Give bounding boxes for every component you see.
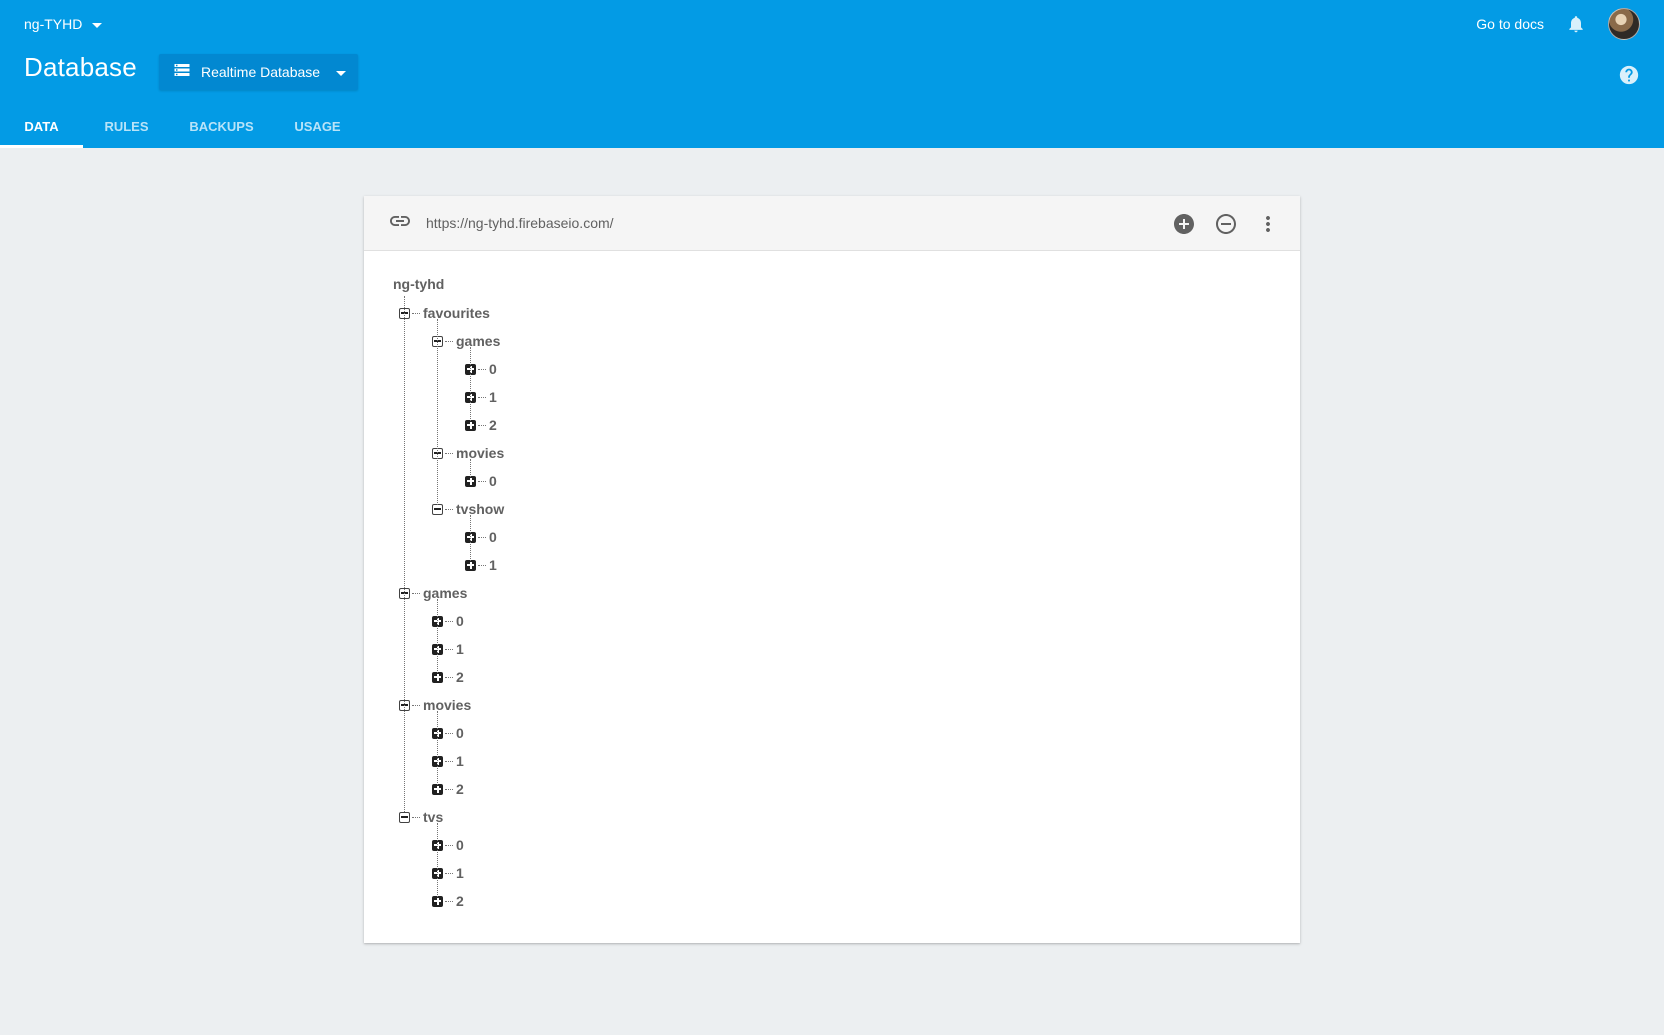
- tree-guide-line: [404, 296, 405, 812]
- tree-connector: [445, 340, 453, 342]
- tree-connector: [445, 760, 453, 762]
- tree-node-label[interactable]: 1: [456, 753, 464, 769]
- tree-guide-line: [437, 823, 438, 897]
- tree-node: movies: [399, 696, 471, 714]
- collapse-node-icon[interactable]: [432, 503, 443, 515]
- tree-guide-line: [470, 459, 471, 477]
- card-toolbar: https://ng-tyhd.firebaseio.com/: [364, 196, 1300, 251]
- tree-node-label[interactable]: favourites: [423, 305, 490, 321]
- tree-connector: [445, 508, 453, 510]
- tree-node-label[interactable]: 1: [456, 641, 464, 657]
- tree-guide-line: [437, 319, 438, 505]
- tree-node-label[interactable]: 1: [489, 557, 497, 573]
- tree-node-label[interactable]: 2: [489, 417, 497, 433]
- tree-node-label[interactable]: 2: [456, 893, 464, 909]
- tree-connector: [412, 592, 420, 594]
- tree-connector: [478, 396, 486, 398]
- database-selector-label: Realtime Database: [201, 64, 321, 80]
- tree-connector: [478, 368, 486, 370]
- tree-guide-line: [437, 599, 438, 673]
- tree-node-label[interactable]: 1: [489, 389, 497, 405]
- project-name: ng-TYHD: [24, 16, 83, 32]
- tree-connector: [445, 676, 453, 678]
- more-vert-icon[interactable]: [1256, 212, 1280, 236]
- page-title: Database: [24, 52, 137, 82]
- tree-node: tvshow: [432, 500, 504, 518]
- tab-data[interactable]: DATA: [0, 104, 83, 148]
- tree-connector: [445, 452, 453, 454]
- expand-node-icon[interactable]: [465, 475, 476, 487]
- database-url[interactable]: https://ng-tyhd.firebaseio.com/: [426, 215, 614, 231]
- tree-connector: [445, 900, 453, 902]
- expand-node-icon[interactable]: [465, 419, 476, 431]
- chevron-down-icon: [92, 22, 103, 28]
- tree-connector: [445, 788, 453, 790]
- data-tree: ng-tyhd favourites games 0 1 2 movies 0 tvshow 0…: [364, 252, 1300, 942]
- tree-node-label[interactable]: movies: [423, 697, 471, 713]
- tab-backups[interactable]: BACKUPS: [170, 104, 273, 148]
- tree-connector: [445, 844, 453, 846]
- database-card: https://ng-tyhd.firebaseio.com/ ng-tyhd …: [364, 196, 1300, 943]
- header-actions: Go to docs: [1476, 6, 1640, 42]
- tree-node-label[interactable]: 1: [456, 865, 464, 881]
- tree-guide-line: [470, 347, 471, 421]
- add-circle-icon[interactable]: [1172, 212, 1196, 236]
- bell-icon[interactable]: [1566, 13, 1586, 35]
- app-header: ng-TYHD Go to docs Database Realtime Dat…: [0, 0, 1664, 148]
- go-to-docs-link[interactable]: Go to docs: [1476, 16, 1544, 32]
- tab-rules[interactable]: RULES: [83, 104, 170, 148]
- help-circle-icon[interactable]: [1618, 64, 1640, 86]
- expand-node-icon[interactable]: [432, 895, 443, 907]
- tree-node-label[interactable]: 2: [456, 669, 464, 685]
- tree-node: games: [432, 332, 500, 350]
- tree-connector: [412, 704, 420, 706]
- tree-connector: [445, 732, 453, 734]
- storage-icon: [173, 61, 191, 84]
- tree-node-label[interactable]: 0: [456, 837, 464, 853]
- user-avatar[interactable]: [1608, 8, 1640, 40]
- project-switcher[interactable]: ng-TYHD: [24, 14, 103, 34]
- tree-node: movies: [432, 444, 504, 462]
- tree-node-label[interactable]: tvshow: [456, 501, 504, 517]
- tree-connector: [412, 816, 420, 818]
- tree-connector: [478, 480, 486, 482]
- tree-connector: [445, 620, 453, 622]
- expand-node-icon[interactable]: [465, 559, 476, 571]
- link-icon: [388, 209, 412, 238]
- chevron-down-icon: [336, 70, 347, 76]
- tree-connector: [412, 312, 420, 314]
- tree-node-label[interactable]: games: [456, 333, 500, 349]
- tree-node-label[interactable]: 0: [489, 361, 497, 377]
- tree-node-label[interactable]: 0: [456, 613, 464, 629]
- tree-node-label[interactable]: 0: [456, 725, 464, 741]
- tree-node-label[interactable]: 2: [456, 781, 464, 797]
- tree-node-label[interactable]: 0: [489, 473, 497, 489]
- tree-node-label[interactable]: movies: [456, 445, 504, 461]
- tree-node: games: [399, 584, 467, 602]
- tree-connector: [478, 536, 486, 538]
- remove-circle-outline-icon[interactable]: [1214, 212, 1238, 236]
- tree-connector: [478, 424, 486, 426]
- tree-node-label[interactable]: games: [423, 585, 467, 601]
- collapse-node-icon[interactable]: [399, 811, 410, 823]
- toolbar-actions: [1172, 196, 1280, 251]
- expand-node-icon[interactable]: [432, 783, 443, 795]
- tree-guide-line: [437, 711, 438, 785]
- tree-connector: [445, 872, 453, 874]
- tab-usage[interactable]: USAGE: [273, 104, 362, 148]
- tree-node-label[interactable]: 0: [489, 529, 497, 545]
- tab-bar: DATA RULES BACKUPS USAGE: [0, 104, 362, 148]
- tree-connector: [445, 648, 453, 650]
- tree-connector: [478, 564, 486, 566]
- tree-guide-line: [470, 515, 471, 561]
- tree-node: favourites: [399, 304, 490, 322]
- expand-node-icon[interactable]: [432, 671, 443, 683]
- tree-node-label[interactable]: tvs: [423, 809, 443, 825]
- database-selector[interactable]: Realtime Database: [159, 54, 358, 90]
- tree-root[interactable]: ng-tyhd: [393, 276, 444, 292]
